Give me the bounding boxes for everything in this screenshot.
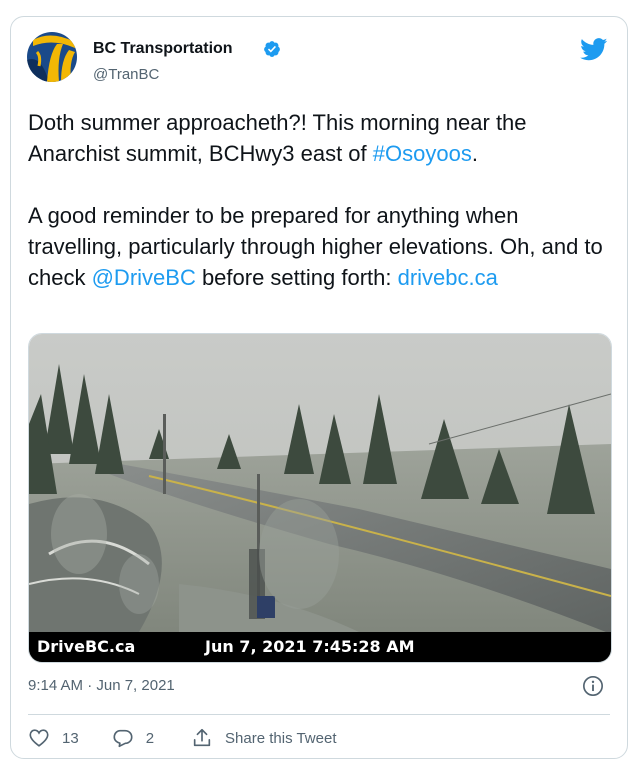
tweet-text-segment: . xyxy=(471,141,478,166)
webcam-photo xyxy=(29,334,611,662)
reply-count: 2 xyxy=(145,729,155,747)
webcam-source-label: DriveBC.ca xyxy=(37,637,136,656)
hashtag-link[interactable]: #Osoyoos xyxy=(373,141,472,166)
tweet-paragraph-2: A good reminder to be prepared for anyth… xyxy=(28,200,618,293)
tweet-image[interactable]: DriveBC.ca Jun 7, 2021 7:45:28 AM xyxy=(28,333,612,663)
tweet-text: Doth summer approacheth?! This morning n… xyxy=(28,107,618,293)
tweet-paragraph-1: Doth summer approacheth?! This morning n… xyxy=(28,107,618,169)
avatar[interactable] xyxy=(27,32,77,82)
tweet-actions: 13 2 Share this Tweet xyxy=(28,723,336,753)
tweet-card: BC Transportation @TranBC Doth summer ap… xyxy=(10,16,628,759)
webcam-timestamp: Jun 7, 2021 7:45:28 AM xyxy=(205,637,415,656)
tweet-text-segment: before setting forth: xyxy=(195,265,398,290)
url-link[interactable]: drivebc.ca xyxy=(398,265,498,290)
author-handle[interactable]: @TranBC xyxy=(93,66,159,83)
mention-link[interactable]: @DriveBC xyxy=(92,265,196,290)
reply-button[interactable]: 2 xyxy=(112,727,154,749)
heart-icon xyxy=(29,729,49,747)
webcam-caption-bar: DriveBC.ca Jun 7, 2021 7:45:28 AM xyxy=(29,632,611,662)
info-icon[interactable] xyxy=(582,675,604,697)
author-name[interactable]: BC Transportation xyxy=(93,40,233,58)
reply-icon xyxy=(113,729,133,748)
share-button[interactable]: Share this Tweet xyxy=(191,727,336,749)
share-icon xyxy=(193,728,211,747)
like-count: 13 xyxy=(62,729,79,747)
divider xyxy=(28,714,610,715)
like-button[interactable]: 13 xyxy=(28,727,79,749)
share-label: Share this Tweet xyxy=(225,729,337,747)
verified-badge-icon xyxy=(264,41,280,57)
twitter-bird-icon[interactable] xyxy=(580,38,608,61)
tweet-timestamp[interactable]: 9:14 AM · Jun 7, 2021 xyxy=(28,677,175,694)
